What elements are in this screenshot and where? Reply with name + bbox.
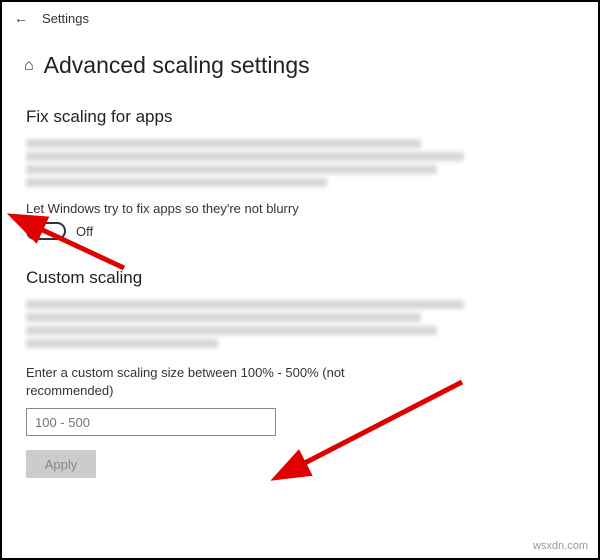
custom-scaling-input[interactable] — [26, 408, 276, 436]
fix-scaling-heading: Fix scaling for apps — [26, 107, 574, 127]
page-title-row: ⌂ Advanced scaling settings — [2, 34, 598, 87]
watermark: wsxdn.com — [533, 540, 588, 552]
fix-scaling-description — [26, 139, 574, 187]
blurry-fix-toggle-row: Off — [26, 222, 574, 240]
blurry-fix-toggle[interactable] — [26, 222, 66, 240]
apply-button[interactable]: Apply — [26, 450, 96, 478]
custom-scaling-description — [26, 300, 574, 348]
content-area: Fix scaling for apps Let Windows try to … — [2, 87, 598, 488]
back-arrow-icon[interactable]: ← — [14, 10, 28, 26]
blurry-fix-toggle-label: Let Windows try to fix apps so they're n… — [26, 201, 574, 216]
app-title: Settings — [42, 11, 89, 26]
page-title: Advanced scaling settings — [44, 52, 310, 79]
toggle-knob — [30, 226, 40, 236]
toggle-state-label: Off — [76, 224, 93, 239]
home-icon[interactable]: ⌂ — [24, 57, 34, 75]
custom-scaling-input-label: Enter a custom scaling size between 100%… — [26, 364, 386, 400]
window-header: ← Settings — [2, 2, 598, 34]
custom-scaling-heading: Custom scaling — [26, 268, 574, 288]
